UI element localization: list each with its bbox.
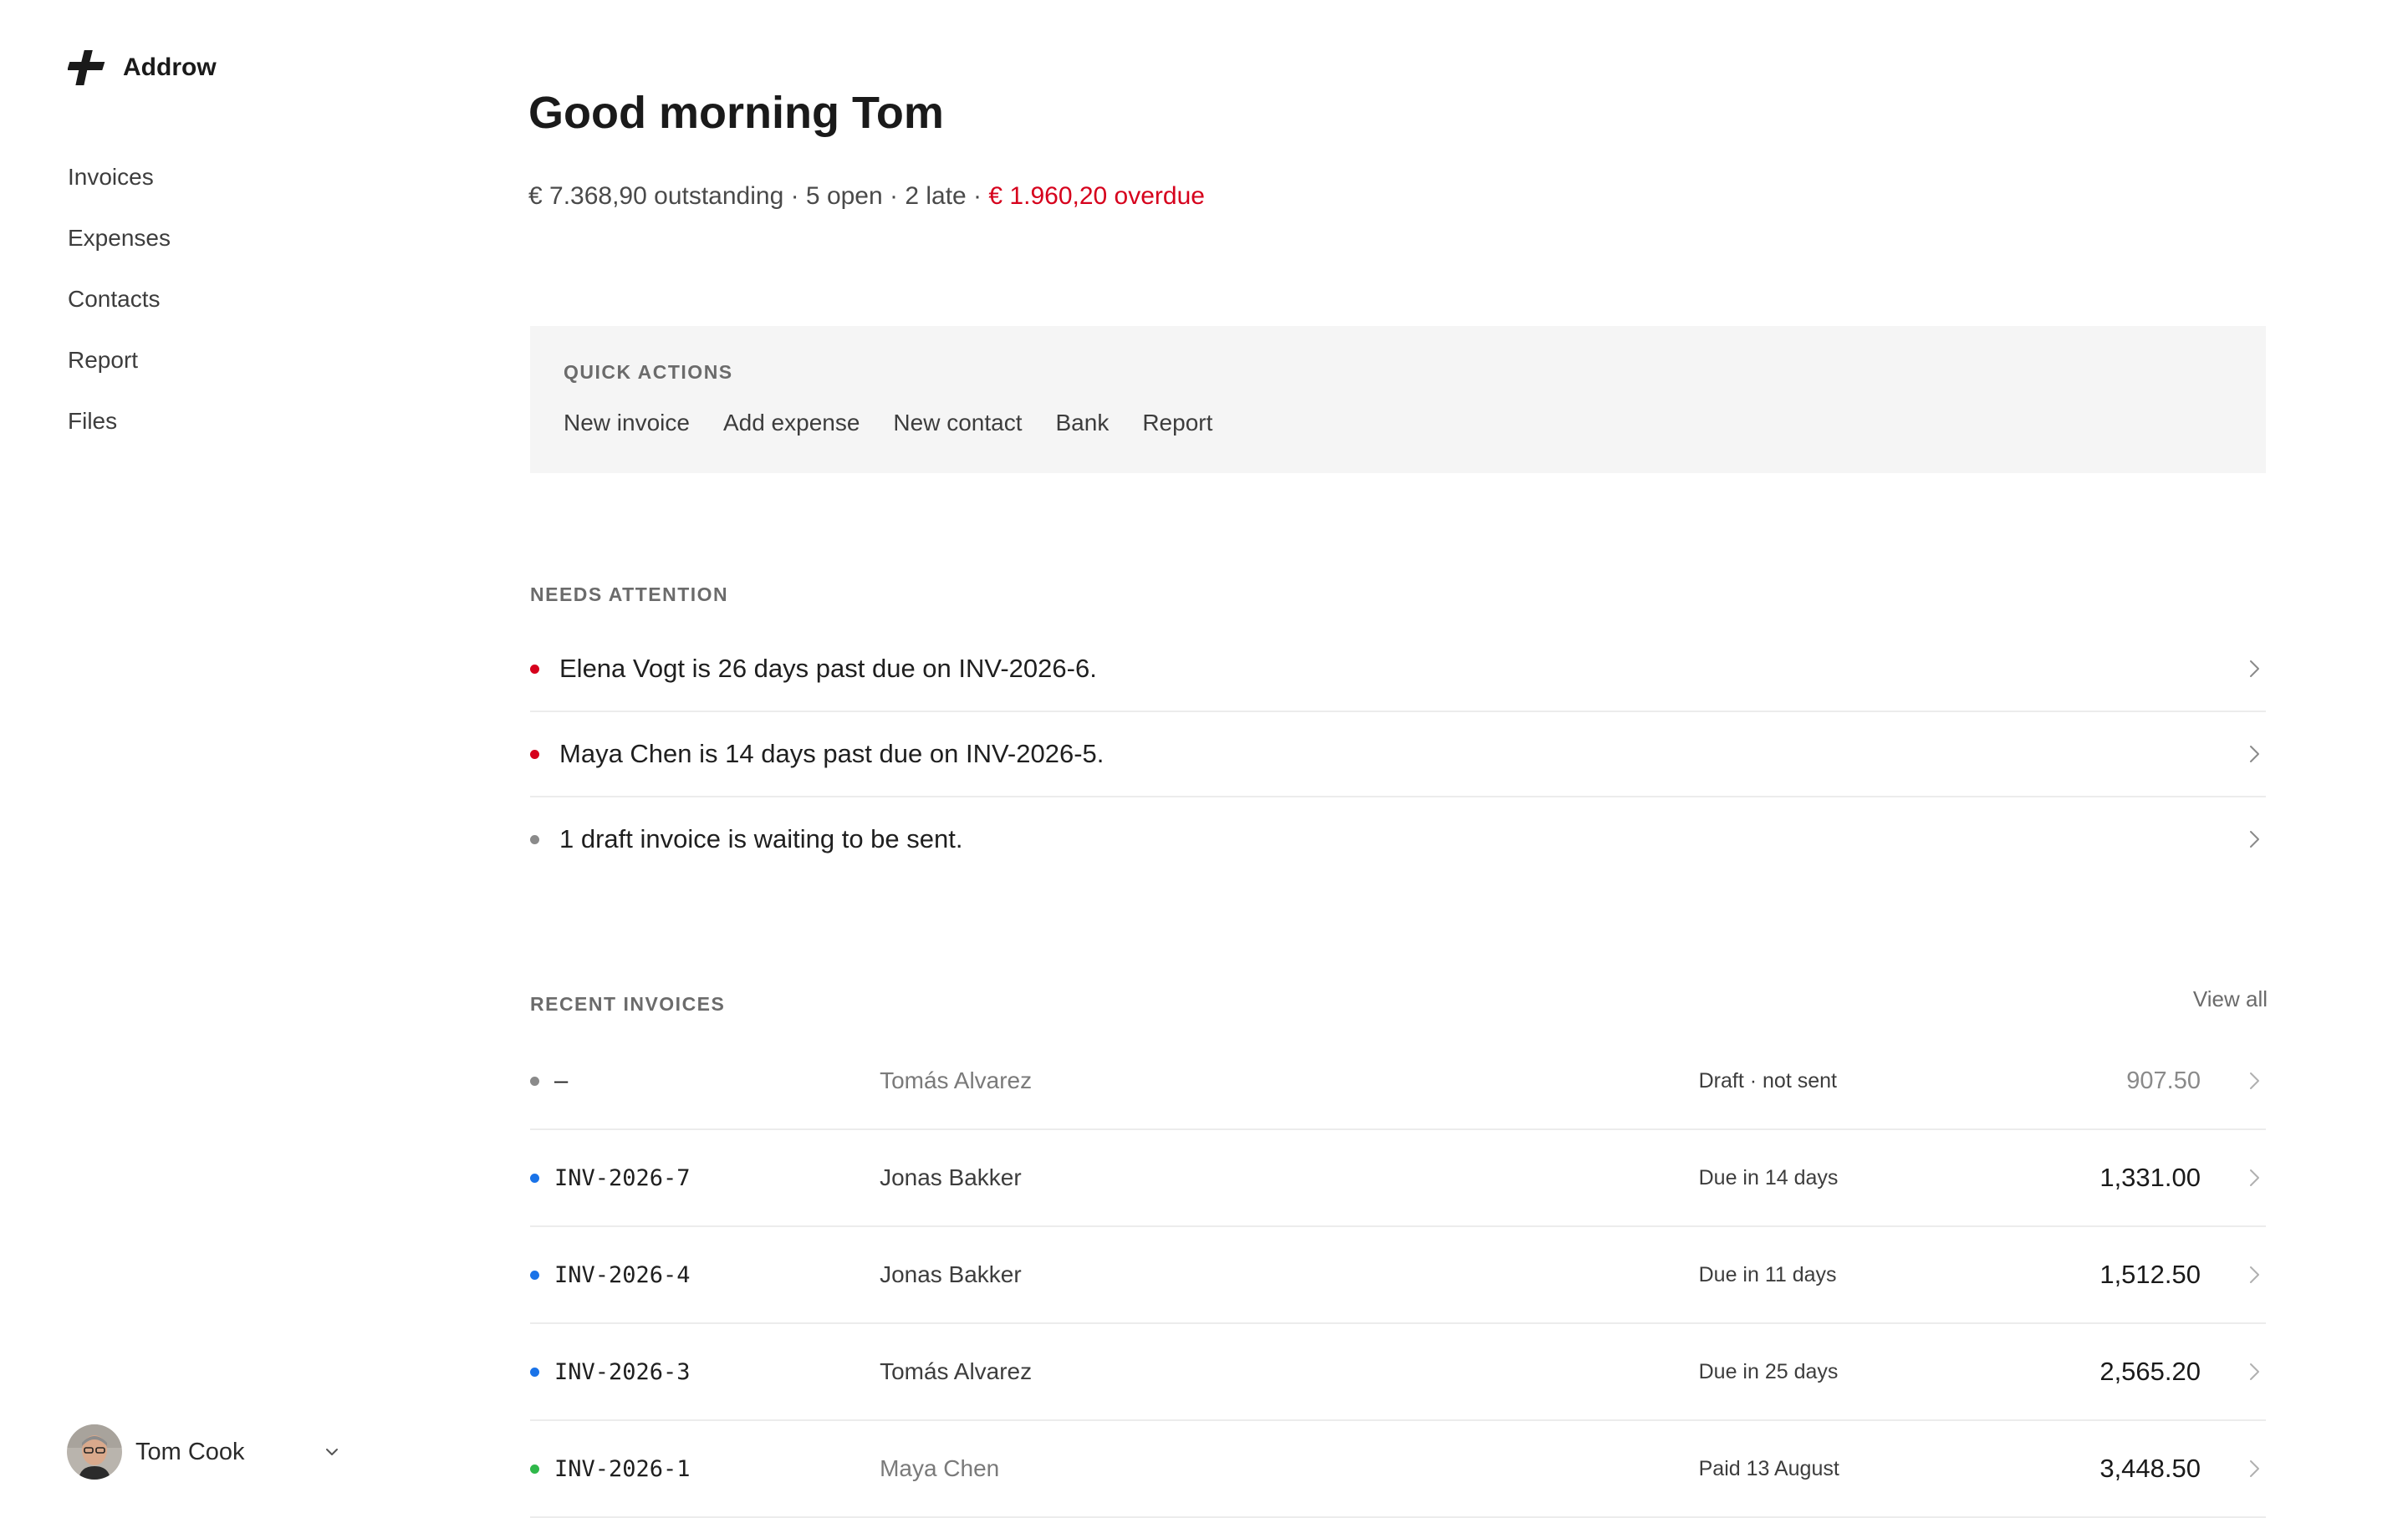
table-row[interactable]: INV-2026-4 Jonas Bakker Due in 11 days 1…	[530, 1227, 2266, 1324]
report-button[interactable]: Report	[1142, 410, 1212, 436]
sidebar-item-contacts[interactable]: Contacts	[68, 281, 171, 342]
recent-invoices-table: – Tomás Alvarez Draft · not sent 907.50 …	[530, 1033, 2266, 1518]
attention-text: Maya Chen is 14 days past due on INV-202…	[559, 739, 1105, 768]
invoice-status: Due in 14 days	[1698, 1165, 1839, 1189]
page-title: Good morning Tom	[528, 88, 944, 138]
attention-text: 1 draft invoice is waiting to be sent.	[559, 824, 963, 853]
sidebar-nav: Invoices Expenses Contacts Report Files	[68, 159, 171, 464]
invoice-status: Paid 13 August	[1698, 1456, 1839, 1480]
status-dot	[530, 1076, 539, 1086]
invoice-contact: Maya Chen	[880, 1455, 1000, 1481]
user-menu[interactable]: Tom Cook	[67, 1424, 343, 1480]
needs-attention-label: NEEDS ATTENTION	[530, 583, 729, 605]
quick-actions-label: QUICK ACTIONS	[564, 361, 733, 383]
sidebar-item-invoices[interactable]: Invoices	[68, 159, 171, 220]
chevron-right-icon	[2250, 1266, 2259, 1283]
attention-item[interactable]: 1 draft invoice is waiting to be sent.	[530, 797, 2266, 881]
bank-button[interactable]: Bank	[1056, 410, 1110, 436]
status-dot	[530, 1270, 539, 1280]
attention-item[interactable]: Elena Vogt is 26 days past due on INV-20…	[530, 627, 2266, 712]
view-all-link[interactable]: View all	[2193, 986, 2268, 1012]
chevron-right-icon	[2250, 1460, 2259, 1477]
chevron-right-icon	[2250, 746, 2259, 762]
status-dot	[530, 1367, 539, 1377]
chevron-right-icon	[2250, 831, 2259, 848]
sidebar-item-report[interactable]: Report	[68, 342, 171, 403]
summary-text: € 7.368,90 outstanding · 5 open · 2 late…	[528, 182, 982, 210]
addrow-logo-icon	[68, 50, 105, 85]
status-dot	[530, 1464, 539, 1474]
invoice-contact: Jonas Bakker	[880, 1164, 1022, 1190]
invoice-number: INV-2026-1	[554, 1455, 691, 1482]
invoice-number: –	[554, 1067, 569, 1094]
quick-actions-panel: QUICK ACTIONS New invoice Add expense Ne…	[530, 326, 2266, 473]
needs-attention-list: Elena Vogt is 26 days past due on INV-20…	[530, 627, 2266, 881]
quick-actions-list: New invoice Add expense New contact Bank…	[564, 410, 1212, 436]
balance-summary: € 7.368,90 outstanding · 5 open · 2 late…	[528, 182, 1205, 211]
add-expense-button[interactable]: Add expense	[723, 410, 860, 436]
invoice-contact: Tomás Alvarez	[880, 1358, 1033, 1384]
invoice-amount: 1,512.50	[2099, 1260, 2201, 1289]
overdue-amount: € 1.960,20 overdue	[988, 182, 1205, 210]
invoice-status: Draft · not sent	[1698, 1068, 1837, 1093]
invoice-status: Due in 25 days	[1698, 1359, 1839, 1383]
invoice-number: INV-2026-4	[554, 1261, 691, 1288]
invoice-status: Due in 11 days	[1698, 1262, 1837, 1286]
invoice-amount: 3,448.50	[2099, 1454, 2201, 1483]
table-row[interactable]: – Tomás Alvarez Draft · not sent 907.50	[530, 1033, 2266, 1130]
attention-item[interactable]: Maya Chen is 14 days past due on INV-202…	[530, 712, 2266, 797]
table-row[interactable]: INV-2026-7 Jonas Bakker Due in 14 days 1…	[530, 1130, 2266, 1227]
invoice-contact: Jonas Bakker	[880, 1261, 1022, 1287]
brand-name: Addrow	[123, 53, 217, 81]
invoice-contact: Tomás Alvarez	[880, 1067, 1033, 1093]
chevron-right-icon	[2250, 660, 2259, 677]
invoice-amount: 1,331.00	[2099, 1163, 2201, 1192]
recent-invoices-label: RECENT INVOICES	[530, 993, 726, 1015]
table-row[interactable]: INV-2026-3 Tomás Alvarez Due in 25 days …	[530, 1324, 2266, 1421]
status-dot	[530, 749, 539, 759]
new-contact-button[interactable]: New contact	[893, 410, 1022, 436]
sidebar: Addrow Invoices Expenses Contacts Report…	[0, 0, 435, 1505]
status-dot	[530, 1173, 539, 1183]
chevron-right-icon	[2250, 1169, 2259, 1186]
invoice-amount: 907.50	[2126, 1067, 2201, 1094]
user-name: Tom Cook	[135, 1438, 245, 1465]
brand[interactable]: Addrow	[68, 48, 217, 87]
table-row[interactable]: INV-2026-1 Maya Chen Paid 13 August 3,44…	[530, 1421, 2266, 1518]
invoice-number: INV-2026-7	[554, 1164, 691, 1191]
invoice-amount: 2,565.20	[2099, 1357, 2201, 1386]
status-dot	[530, 664, 539, 674]
sidebar-item-expenses[interactable]: Expenses	[68, 220, 171, 281]
chevron-right-icon	[2250, 1072, 2259, 1089]
sidebar-item-files[interactable]: Files	[68, 403, 171, 464]
new-invoice-button[interactable]: New invoice	[564, 410, 690, 436]
invoice-number: INV-2026-3	[554, 1358, 691, 1385]
status-dot	[530, 834, 539, 844]
avatar	[67, 1424, 122, 1480]
attention-text: Elena Vogt is 26 days past due on INV-20…	[559, 654, 1097, 683]
chevron-down-icon[interactable]	[321, 1441, 343, 1463]
chevron-right-icon	[2250, 1363, 2259, 1380]
